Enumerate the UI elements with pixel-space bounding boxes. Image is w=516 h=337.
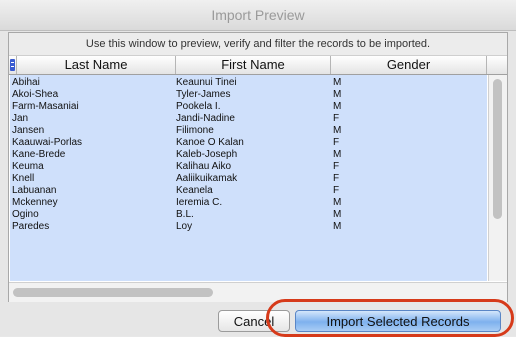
table-row[interactable]: Ogino B.L. M <box>10 209 487 221</box>
cell-last-name: Farm-Masaniai <box>12 101 79 112</box>
cancel-button[interactable]: Cancel <box>218 310 290 332</box>
cell-gender: M <box>333 77 342 88</box>
table-row[interactable]: Jan Jandi-Nadine F <box>10 113 487 125</box>
sort-menu-icon <box>10 59 15 71</box>
cell-gender: F <box>333 161 340 172</box>
table-row[interactable]: Kane-Brede Kaleb-Joseph M <box>10 149 487 161</box>
cell-first-name: Kaleb-Joseph <box>176 149 238 160</box>
cell-first-name: Loy <box>176 221 193 232</box>
cell-last-name: Knell <box>12 173 35 184</box>
cell-first-name: Jandi-Nadine <box>176 113 235 124</box>
cell-gender: F <box>333 173 340 184</box>
cell-last-name: Abihai <box>12 77 40 88</box>
cell-first-name: Kalihau Aiko <box>176 161 232 172</box>
cell-first-name: Tyler-James <box>176 89 231 100</box>
table-row[interactable]: Keuma Kalihau Aiko F <box>10 161 487 173</box>
cell-first-name: Keanela <box>176 185 213 196</box>
column-sort-icon[interactable] <box>9 56 17 74</box>
vertical-scrollbar[interactable] <box>488 75 507 281</box>
cell-last-name: Ogino <box>12 209 39 220</box>
table-row[interactable]: Labuanan Keanela F <box>10 185 487 197</box>
horizontal-scroll-thumb[interactable] <box>13 288 213 297</box>
vertical-scroll-thumb[interactable] <box>493 79 502 219</box>
cell-last-name: Jansen <box>12 125 45 136</box>
cell-gender: M <box>333 89 342 100</box>
import-selected-records-button[interactable]: Import Selected Records <box>295 310 501 332</box>
records-panel: Use this window to preview, verify and f… <box>8 32 508 302</box>
cell-first-name: Pookela I. <box>176 101 221 112</box>
table-row[interactable]: Jansen Filimone M <box>10 125 487 137</box>
cell-gender: M <box>333 101 342 112</box>
cell-gender: M <box>333 125 342 136</box>
cell-last-name: Keuma <box>12 161 44 172</box>
cell-first-name: Ieremia C. <box>176 197 223 208</box>
cell-first-name: Keaunui Tinei <box>176 77 237 88</box>
cell-first-name: B.L. <box>176 209 194 220</box>
column-header-first-name[interactable]: First Name <box>176 56 331 74</box>
table-row[interactable]: Akoi-Shea Tyler-James M <box>10 89 487 101</box>
cell-last-name: Kaauwai-Porlas <box>12 137 83 148</box>
cell-last-name: Akoi-Shea <box>12 89 59 100</box>
table-row[interactable]: Knell Aaliikuikamak F <box>10 173 487 185</box>
cell-last-name: Jan <box>12 113 29 124</box>
table-row[interactable]: Paredes Loy M <box>10 221 487 233</box>
cell-gender: F <box>333 113 340 124</box>
cell-first-name: Kanoe O Kalan <box>176 137 244 148</box>
import-preview-window: Import Preview Use this window to previe… <box>0 0 516 337</box>
table-header: Last Name First Name Gender <box>9 56 507 75</box>
window-title: Import Preview <box>211 7 305 23</box>
column-header-gender[interactable]: Gender <box>331 56 487 74</box>
title-bar[interactable]: Import Preview <box>0 0 516 31</box>
table-row[interactable]: Kaauwai-Porlas Kanoe O Kalan F <box>10 137 487 149</box>
table-row[interactable]: Mckenney Ieremia C. M <box>10 197 487 209</box>
cell-first-name: Aaliikuikamak <box>176 173 238 184</box>
cell-gender: F <box>333 137 340 148</box>
cell-last-name: Kane-Brede <box>12 149 66 160</box>
horizontal-scrollbar[interactable] <box>9 282 507 302</box>
instructions-text: Use this window to preview, verify and f… <box>9 33 507 56</box>
table-row[interactable]: Abihai Keaunui Tinei M <box>10 77 487 89</box>
cell-gender: M <box>333 197 342 208</box>
records-list[interactable]: Abihai Keaunui Tinei M Akoi-Shea Tyler-James… <box>10 75 487 281</box>
cell-gender: M <box>333 149 342 160</box>
cell-gender: F <box>333 185 340 196</box>
column-header-last-name[interactable]: Last Name <box>17 56 176 74</box>
cell-last-name: Paredes <box>12 221 50 232</box>
cell-last-name: Labuanan <box>12 185 57 196</box>
cell-last-name: Mckenney <box>12 197 58 208</box>
cell-gender: M <box>333 209 342 220</box>
table-row[interactable]: Farm-Masaniai Pookela I. M <box>10 101 487 113</box>
cell-gender: M <box>333 221 342 232</box>
column-header-spacer <box>487 56 507 74</box>
cell-first-name: Filimone <box>176 125 214 136</box>
